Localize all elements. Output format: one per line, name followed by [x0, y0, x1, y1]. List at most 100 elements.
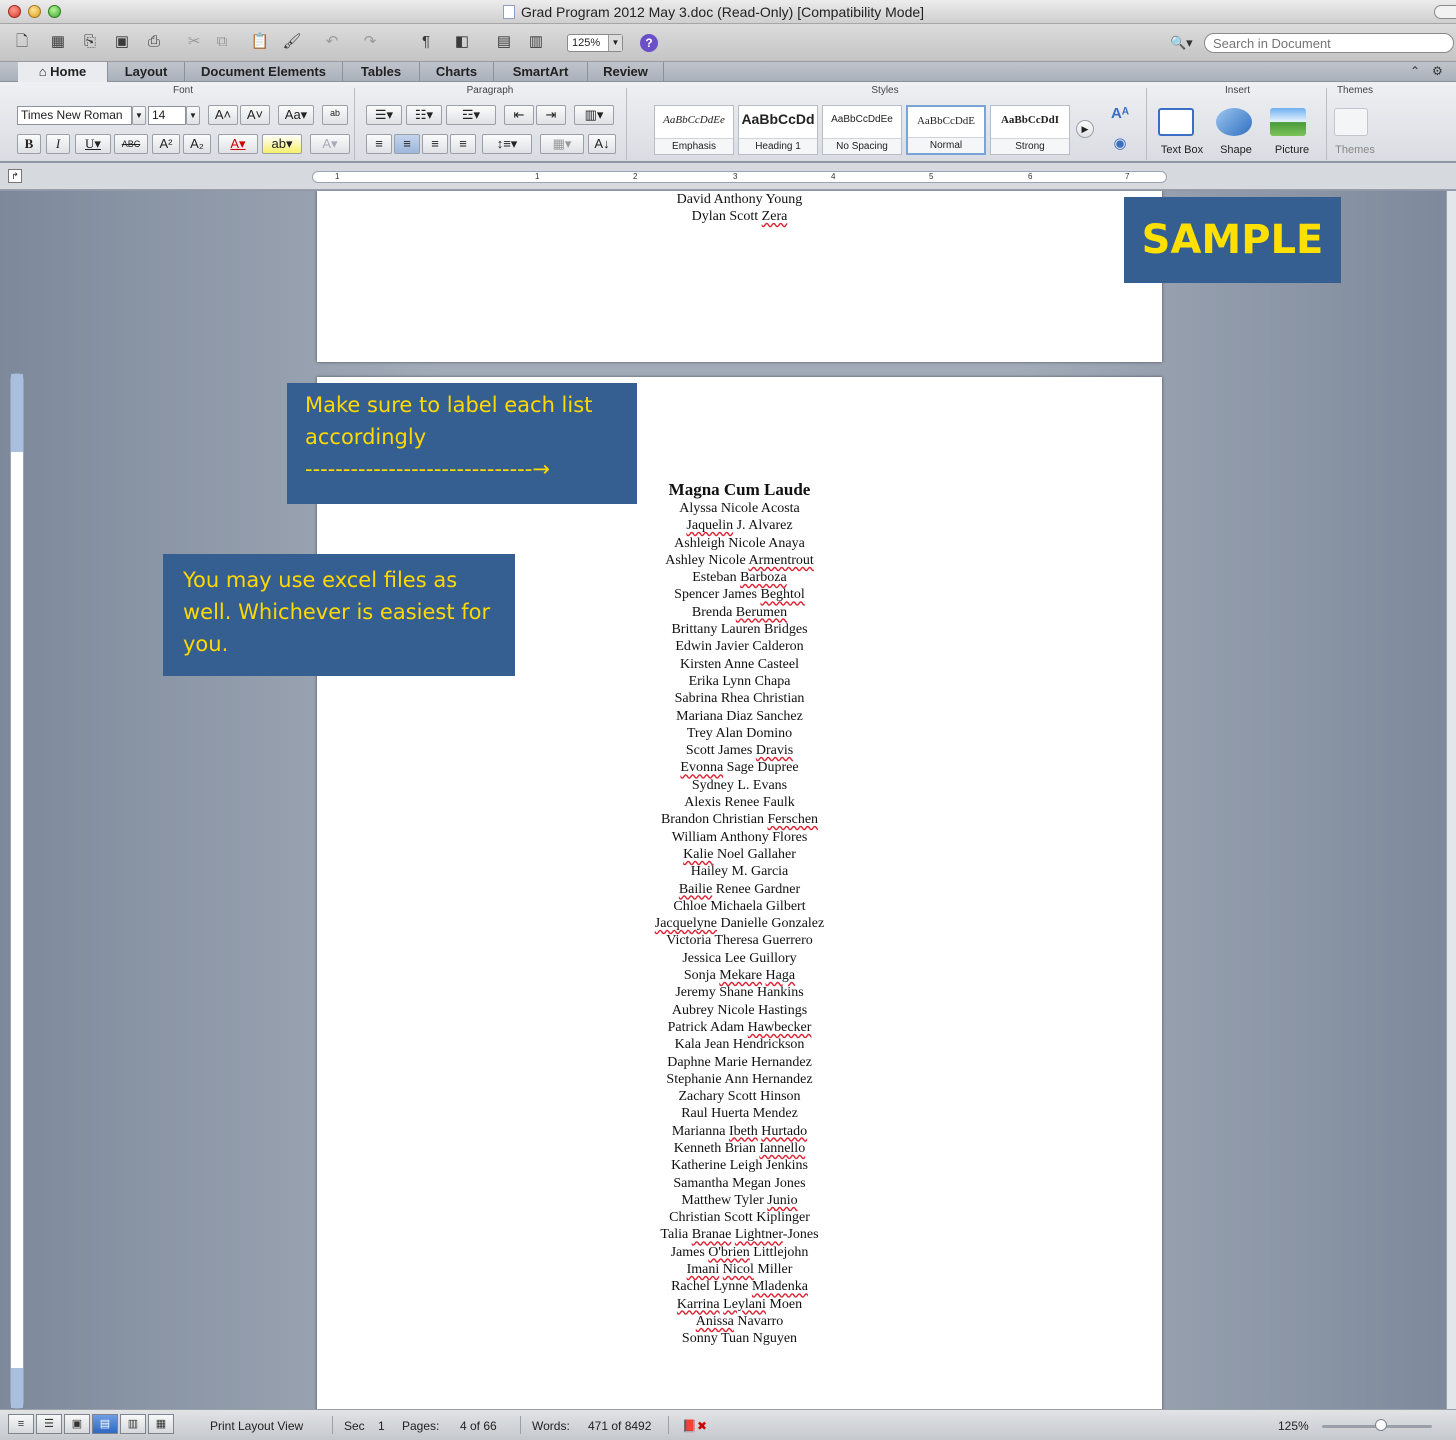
- tab-stop-selector[interactable]: ↱: [8, 169, 22, 183]
- toolbar-toggle-button[interactable]: [1434, 5, 1456, 19]
- spelling-error[interactable]: Hurtado: [761, 1124, 807, 1139]
- borders-button[interactable]: ▦▾: [540, 134, 584, 154]
- spelling-error[interactable]: Bailie: [679, 882, 712, 897]
- align-right-button[interactable]: ≡: [422, 134, 448, 154]
- spelling-error[interactable]: Nicol: [723, 1262, 754, 1277]
- templates-icon[interactable]: ▦: [48, 32, 68, 52]
- search-input[interactable]: [1204, 33, 1454, 53]
- copy-icon[interactable]: ⧉: [212, 32, 232, 52]
- font-size-dropdown[interactable]: ▼: [186, 106, 200, 125]
- superscript-button[interactable]: A²: [152, 134, 180, 154]
- subscript-button[interactable]: A₂: [183, 134, 211, 154]
- spelling-error[interactable]: Jaquelin: [686, 518, 733, 533]
- gear-icon[interactable]: ⚙: [1432, 64, 1443, 78]
- grow-font-button[interactable]: A˄: [208, 105, 238, 125]
- gallery-icon[interactable]: ▤: [494, 32, 514, 52]
- minimize-window-button[interactable]: [28, 5, 41, 18]
- spelling-error[interactable]: Branae: [692, 1227, 732, 1242]
- print-layout-view-button[interactable]: ▤: [92, 1414, 118, 1434]
- text-effects-button[interactable]: A▾: [310, 134, 350, 154]
- highlight-button[interactable]: ab▾: [262, 134, 302, 154]
- justify-button[interactable]: ≡: [450, 134, 476, 154]
- horizontal-ruler[interactable]: 1 1 2 3 4 5 6 7: [312, 171, 1167, 183]
- toolbox-icon[interactable]: ▥: [526, 32, 546, 52]
- draft-view-button[interactable]: ≡: [8, 1414, 34, 1434]
- italic-button[interactable]: I: [46, 134, 70, 154]
- collapse-ribbon-icon[interactable]: ⌃: [1410, 64, 1420, 78]
- font-name-select[interactable]: Times New Roman: [17, 106, 132, 125]
- spelling-status-icon[interactable]: 📕✖: [682, 1419, 707, 1433]
- spelling-error[interactable]: Haga: [766, 968, 796, 983]
- sidebar-icon[interactable]: ◧: [452, 32, 472, 52]
- styles-next-icon[interactable]: ▶: [1076, 120, 1094, 138]
- tab-smartart[interactable]: SmartArt: [494, 62, 588, 82]
- clear-formatting-button[interactable]: ᵃᵇ: [322, 105, 348, 125]
- spelling-error[interactable]: Evonna: [680, 760, 723, 775]
- spelling-error[interactable]: Mladenka: [752, 1279, 808, 1294]
- tab-layout[interactable]: Layout: [108, 62, 185, 82]
- print-icon[interactable]: ⎙: [144, 32, 164, 52]
- strikethrough-button[interactable]: ABC: [114, 134, 148, 154]
- spelling-error[interactable]: Armentrout: [748, 553, 813, 568]
- spelling-error[interactable]: Zera: [762, 209, 788, 224]
- line-spacing-button[interactable]: ↕≡▾: [482, 134, 532, 154]
- undo-icon[interactable]: ↶: [322, 32, 342, 52]
- sort-button[interactable]: A↓: [588, 134, 616, 154]
- shape-label[interactable]: Shape: [1214, 144, 1258, 156]
- style-heading-1[interactable]: AaBbCcDd Heading 1: [738, 105, 818, 155]
- themes-label[interactable]: Themes: [1330, 144, 1380, 156]
- font-color-button[interactable]: A▾: [218, 134, 258, 154]
- full-screen-view-button[interactable]: ▦: [148, 1414, 174, 1434]
- zoom-select[interactable]: 125% ▼: [567, 34, 623, 52]
- columns-button[interactable]: ▥▾: [574, 105, 614, 125]
- tab-charts[interactable]: Charts: [420, 62, 494, 82]
- pilcrow-icon[interactable]: ¶: [416, 32, 436, 52]
- spelling-error[interactable]: Mekare: [719, 968, 762, 983]
- style-strong[interactable]: AaBbCcDdI Strong: [990, 105, 1070, 155]
- font-name-dropdown[interactable]: ▼: [132, 106, 146, 125]
- notebook-view-button[interactable]: ▥: [120, 1414, 146, 1434]
- style-no-spacing[interactable]: AaBbCcDdEe No Spacing: [822, 105, 902, 155]
- spelling-error[interactable]: Anissa: [696, 1314, 734, 1329]
- numbering-button[interactable]: ☷▾: [406, 105, 442, 125]
- text-styles-icon[interactable]: Aᴬ: [1110, 104, 1130, 124]
- underline-button[interactable]: U▾: [75, 134, 111, 154]
- tab-tables[interactable]: Tables: [343, 62, 420, 82]
- publishing-view-button[interactable]: ▣: [64, 1414, 90, 1434]
- redo-icon[interactable]: ↷: [360, 32, 380, 52]
- text-box-label[interactable]: Text Box: [1156, 144, 1208, 156]
- spelling-error[interactable]: Ibeth: [729, 1124, 758, 1139]
- vertical-ruler[interactable]: [10, 373, 24, 1409]
- style-normal[interactable]: AaBbCcDdE Normal: [906, 105, 986, 155]
- spelling-error[interactable]: Ferschen: [768, 812, 819, 827]
- page-current[interactable]: Magna Cum Laude Alyssa Nicole Acosta Jaqu…: [317, 377, 1162, 1409]
- picture-icon[interactable]: [1270, 108, 1306, 136]
- align-left-button[interactable]: ≡: [366, 134, 392, 154]
- close-window-button[interactable]: [8, 5, 21, 18]
- tab-document-elements[interactable]: Document Elements: [185, 62, 343, 82]
- spelling-error[interactable]: Barboza: [740, 570, 787, 585]
- shrink-font-button[interactable]: A˅: [240, 105, 270, 125]
- tab-review[interactable]: Review: [588, 62, 664, 82]
- spelling-error[interactable]: Lightner: [735, 1227, 783, 1242]
- spelling-error[interactable]: Jacquelyne: [655, 916, 717, 931]
- zoom-slider-knob[interactable]: [1375, 1419, 1387, 1431]
- manage-styles-icon[interactable]: ◉: [1110, 134, 1130, 154]
- spelling-error[interactable]: Berumen: [736, 605, 787, 620]
- themes-icon[interactable]: [1334, 108, 1368, 136]
- font-size-select[interactable]: 14: [148, 106, 186, 125]
- spelling-error[interactable]: Beghtol: [760, 587, 804, 602]
- spelling-error[interactable]: Junio: [767, 1193, 797, 1208]
- save-icon[interactable]: ▣: [112, 32, 132, 52]
- spelling-error[interactable]: O'brien: [708, 1245, 749, 1260]
- increase-indent-button[interactable]: ⇥: [536, 105, 566, 125]
- pages-value[interactable]: 4 of 66: [460, 1419, 497, 1433]
- style-emphasis[interactable]: AaBbCcDdEe Emphasis: [654, 105, 734, 155]
- bold-button[interactable]: B: [17, 134, 41, 154]
- format-painter-icon[interactable]: 🖌: [282, 32, 302, 52]
- shape-icon[interactable]: [1216, 108, 1252, 136]
- paste-icon[interactable]: 📋: [250, 32, 270, 52]
- spelling-error[interactable]: Imani: [687, 1262, 720, 1277]
- decrease-indent-button[interactable]: ⇤: [504, 105, 534, 125]
- spelling-error[interactable]: Leylani: [723, 1297, 766, 1312]
